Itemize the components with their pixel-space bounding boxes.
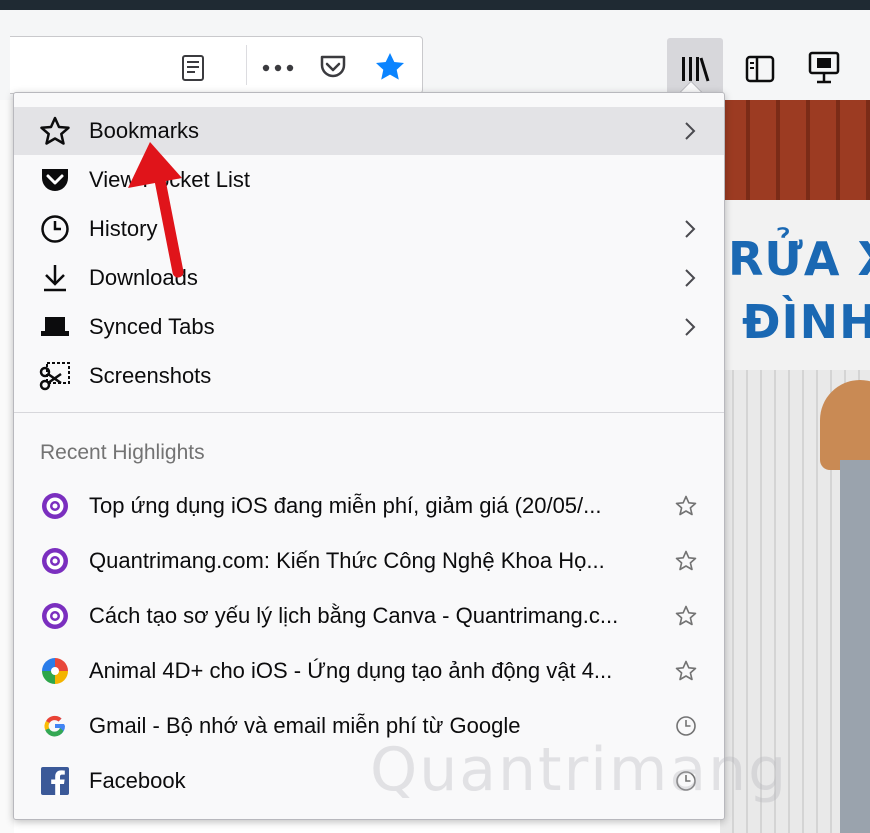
google-g-icon [38, 709, 72, 743]
highlight-row[interactable]: Top ứng dụng iOS đang miễn phí, giảm giá… [14, 482, 724, 530]
recent-highlights-heading: Recent Highlights [40, 441, 205, 464]
chevron-right-icon [682, 119, 698, 143]
navigation-toolbar [0, 10, 870, 100]
highlight-title: Cách tạo sơ yếu lý lịch bằng Canva - Qua… [89, 603, 619, 628]
window-titlebar [0, 0, 870, 10]
reader-view-icon[interactable] [178, 53, 208, 83]
chevron-right-icon [682, 266, 698, 290]
url-bar[interactable] [10, 36, 423, 94]
banner-line-2: ĐÌNH [742, 295, 870, 349]
pocket-icon [38, 163, 72, 197]
quantrimang-favicon-icon [38, 599, 72, 633]
clock-icon [38, 212, 72, 246]
star-icon[interactable] [674, 604, 698, 628]
watermark-text: Quantrimang [370, 735, 789, 805]
star-icon[interactable] [674, 494, 698, 518]
star-icon[interactable] [674, 549, 698, 573]
page-photo-person-body [840, 460, 870, 833]
highlight-row[interactable]: Quantrimang.com: Kiến Thức Công Nghệ Kho… [14, 537, 724, 585]
page-content-left-edge [0, 100, 14, 833]
synced-tabs-icon [38, 310, 72, 344]
library-icon [679, 54, 711, 84]
chevron-right-icon [682, 315, 698, 339]
menu-separator [14, 412, 724, 413]
colorful-pinwheel-icon [38, 654, 72, 688]
banner-line-1: RỬA X [728, 232, 870, 286]
sidebar-toggle-icon[interactable] [743, 52, 777, 86]
pocket-save-icon[interactable] [316, 51, 350, 83]
quantrimang-favicon-icon [38, 544, 72, 578]
screenshots-scissors-icon [38, 359, 72, 393]
screen-share-icon[interactable] [806, 50, 842, 86]
highlight-title: Top ứng dụng iOS đang miễn phí, giảm giá… [89, 493, 602, 518]
page-actions-more-icon[interactable] [260, 53, 296, 83]
red-annotation-arrow-icon [128, 142, 184, 278]
chevron-right-icon [682, 217, 698, 241]
page-brick-image [720, 100, 870, 200]
bookmark-star-icon[interactable] [372, 49, 408, 85]
webpage-content: RỬA X ĐÌNH [720, 100, 870, 833]
menu-item-screenshots[interactable]: Screenshots [14, 352, 724, 400]
highlight-row[interactable]: Animal 4D+ cho iOS - Ứng dụng tạo ảnh độ… [14, 647, 724, 695]
url-bar-separator [246, 45, 247, 85]
menu-item-synced-tabs[interactable]: Synced Tabs [14, 303, 724, 351]
page-banner: RỬA X ĐÌNH [720, 200, 870, 370]
star-icon[interactable] [674, 659, 698, 683]
menu-item-label: Synced Tabs [89, 314, 215, 339]
highlight-row[interactable]: Cách tạo sơ yếu lý lịch bằng Canva - Qua… [14, 592, 724, 640]
menu-item-label: Screenshots [89, 363, 212, 388]
download-arrow-icon [38, 261, 72, 295]
highlight-title: Animal 4D+ cho iOS - Ứng dụng tạo ảnh độ… [89, 658, 613, 683]
star-outline-icon [38, 114, 72, 148]
quantrimang-favicon-icon [38, 489, 72, 523]
highlight-title: Quantrimang.com: Kiến Thức Công Nghệ Kho… [89, 548, 605, 573]
facebook-icon [38, 764, 72, 798]
